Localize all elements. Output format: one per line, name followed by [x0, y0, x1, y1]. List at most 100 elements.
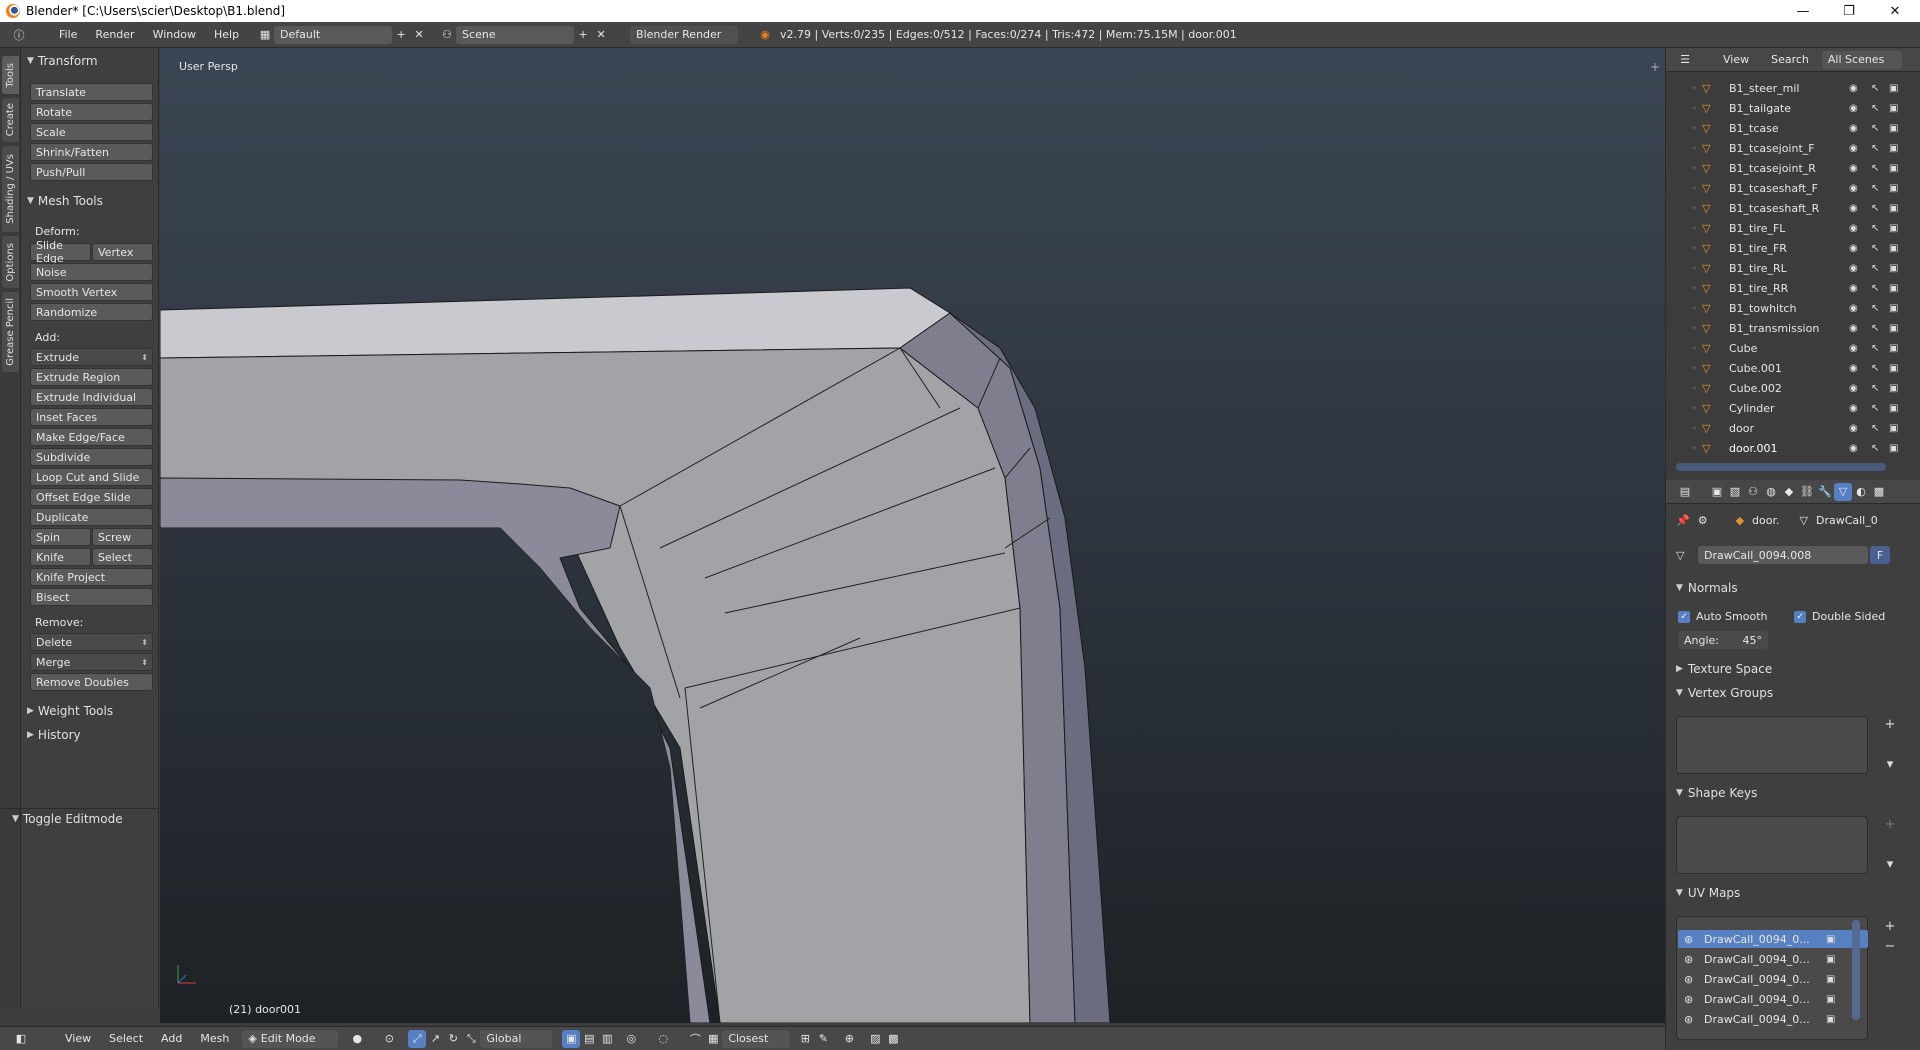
transform-panel-header[interactable]: ▼ Transform: [27, 54, 98, 68]
outliner-item[interactable]: ◦ ▽ Cube.002 ◉ ↖ ▣: [1666, 378, 1920, 398]
visibility-eye-icon[interactable]: ◉: [1849, 263, 1858, 274]
visibility-eye-icon[interactable]: ◉: [1849, 383, 1858, 394]
menu-render[interactable]: Render: [86, 28, 143, 41]
opengl-render-icon[interactable]: ⊕: [840, 1030, 858, 1048]
expand-dot-icon[interactable]: ◦: [1692, 324, 1697, 333]
uv-map-item[interactable]: ⊛ DrawCall_0094_0... ▣: [1678, 1010, 1868, 1028]
minimize-button[interactable]: —: [1780, 0, 1826, 22]
selectable-cursor-icon[interactable]: ↖: [1871, 263, 1879, 274]
texture-context-icon[interactable]: ▩: [1870, 483, 1888, 501]
close-button[interactable]: ✕: [1872, 0, 1918, 22]
randomize-button[interactable]: Randomize: [30, 303, 153, 321]
expand-dot-icon[interactable]: ◦: [1692, 344, 1697, 353]
material-context-icon[interactable]: ◐: [1852, 483, 1870, 501]
knife-button[interactable]: Knife: [30, 548, 91, 566]
selectable-cursor-icon[interactable]: ↖: [1871, 103, 1879, 114]
add-uv-map-icon[interactable]: +: [1882, 918, 1898, 934]
maximize-button[interactable]: ❐: [1826, 0, 1872, 22]
outliner-horizontal-scrollbar[interactable]: [1676, 463, 1886, 471]
tab-create[interactable]: Create: [2, 98, 19, 142]
outliner-item[interactable]: ◦ ▽ door ◉ ↖ ▣: [1666, 418, 1920, 438]
render-engine-select[interactable]: Blender Render: [630, 25, 739, 44]
renderable-camera-icon[interactable]: ▣: [1889, 383, 1898, 394]
smooth-vertex-button[interactable]: Smooth Vertex: [30, 283, 153, 301]
visibility-eye-icon[interactable]: ◉: [1849, 363, 1858, 374]
object-context-icon[interactable]: ◆: [1780, 483, 1798, 501]
uv-map-item[interactable]: ⊛ DrawCall_0094_0... ▣: [1678, 950, 1868, 968]
add-scene-icon[interactable]: +: [574, 26, 592, 44]
auto-smooth-checkbox[interactable]: ✓: [1678, 611, 1690, 623]
loop-cut-button[interactable]: Loop Cut and Slide: [30, 468, 153, 486]
subdivide-button[interactable]: Subdivide: [30, 448, 153, 466]
slide-vertex-button[interactable]: Vertex: [92, 243, 153, 261]
visibility-eye-icon[interactable]: ◉: [1849, 243, 1858, 254]
selectable-cursor-icon[interactable]: ↖: [1871, 243, 1879, 254]
visibility-eye-icon[interactable]: ◉: [1849, 83, 1858, 94]
uv-map-item[interactable]: ⊛ DrawCall_0094_0... ▣: [1678, 930, 1868, 948]
noise-button[interactable]: Noise: [30, 263, 153, 281]
inset-faces-button[interactable]: Inset Faces: [30, 408, 153, 426]
vertex-groups-panel-header[interactable]: ▼ Vertex Groups: [1676, 686, 1773, 700]
renderable-camera-icon[interactable]: ▣: [1889, 143, 1898, 154]
visibility-eye-icon[interactable]: ◉: [1849, 443, 1858, 454]
selectable-cursor-icon[interactable]: ↖: [1871, 323, 1879, 334]
outliner-item[interactable]: ◦ ▽ B1_towhitch ◉ ↖ ▣: [1666, 298, 1920, 318]
expand-dot-icon[interactable]: ◦: [1692, 164, 1697, 173]
snap-align-icon[interactable]: ⊞: [796, 1030, 814, 1048]
toggle-editmode-panel-header[interactable]: ▼ Toggle Editmode: [12, 812, 123, 826]
uv-map-item[interactable]: ⊛ DrawCall_0094_0... ▣: [1678, 970, 1868, 988]
duplicate-button[interactable]: Duplicate: [30, 508, 153, 526]
slide-edge-button[interactable]: Slide Edge: [30, 239, 91, 265]
editor-type-icon[interactable]: ◧: [12, 1030, 30, 1048]
renderable-camera-icon[interactable]: ▣: [1889, 423, 1898, 434]
visibility-eye-icon[interactable]: ◉: [1849, 163, 1858, 174]
tab-shading-uvs[interactable]: Shading / UVs: [2, 146, 19, 232]
outliner-display-mode-select[interactable]: All Scenes: [1821, 50, 1902, 69]
selectable-cursor-icon[interactable]: ↖: [1871, 283, 1879, 294]
outliner-search-menu[interactable]: Search: [1762, 53, 1818, 66]
expand-dot-icon[interactable]: ◦: [1692, 424, 1697, 433]
expand-dot-icon[interactable]: ◦: [1692, 184, 1697, 193]
edge-select-icon[interactable]: ▤: [580, 1030, 598, 1048]
weight-tools-panel-header[interactable]: ▶ Weight Tools: [27, 704, 113, 718]
spin-button[interactable]: Spin: [30, 528, 91, 546]
visibility-eye-icon[interactable]: ◉: [1849, 103, 1858, 114]
shape-keys-list[interactable]: [1676, 816, 1868, 874]
remove-uv-map-icon[interactable]: −: [1882, 938, 1898, 954]
mesh-browse-icon[interactable]: ▽: [1676, 546, 1696, 564]
vertex-select-icon[interactable]: ▣: [562, 1029, 581, 1048]
outliner-item[interactable]: ◦ ▽ B1_tcasejoint_R ◉ ↖ ▣: [1666, 158, 1920, 178]
add-shape-key-icon[interactable]: +: [1882, 816, 1898, 832]
toggle-properties-icon[interactable]: +: [1650, 60, 1660, 74]
selectable-cursor-icon[interactable]: ↖: [1871, 183, 1879, 194]
visibility-eye-icon[interactable]: ◉: [1849, 203, 1858, 214]
expand-dot-icon[interactable]: ◦: [1692, 104, 1697, 113]
merge-button[interactable]: Merge ⬍: [30, 653, 153, 671]
menu-help[interactable]: Help: [205, 28, 248, 41]
renderable-camera-icon[interactable]: ▣: [1889, 163, 1898, 174]
scene-icon[interactable]: ⚇: [438, 26, 456, 44]
selectable-cursor-icon[interactable]: ↖: [1871, 143, 1879, 154]
fake-user-button[interactable]: F: [1870, 546, 1890, 564]
expand-dot-icon[interactable]: ◦: [1692, 84, 1697, 93]
proportional-editing-icon[interactable]: ◌: [654, 1030, 672, 1048]
transform-orientation-select[interactable]: Global: [480, 1029, 553, 1048]
renderable-camera-icon[interactable]: ▣: [1889, 203, 1898, 214]
renderable-camera-icon[interactable]: ▣: [1889, 183, 1898, 194]
expand-dot-icon[interactable]: ◦: [1692, 204, 1697, 213]
renderable-camera-icon[interactable]: ▣: [1889, 243, 1898, 254]
scale-button[interactable]: Scale: [30, 123, 153, 141]
extrude-region-button[interactable]: Extrude Region: [30, 368, 153, 386]
history-panel-header[interactable]: ▶ History: [27, 728, 81, 742]
expand-dot-icon[interactable]: ◦: [1692, 144, 1697, 153]
selectable-cursor-icon[interactable]: ↖: [1871, 83, 1879, 94]
3d-viewport[interactable]: User Persp (21) door001 +: [160, 48, 1665, 1023]
expand-dot-icon[interactable]: ◦: [1692, 124, 1697, 133]
outliner-editor-icon[interactable]: ☰: [1676, 51, 1694, 69]
visibility-eye-icon[interactable]: ◉: [1849, 423, 1858, 434]
render-animation-icon[interactable]: ▩: [884, 1030, 902, 1048]
selectable-cursor-icon[interactable]: ↖: [1871, 383, 1879, 394]
info-editor-icon[interactable]: ⓘ: [10, 26, 28, 44]
rotate-button[interactable]: Rotate: [30, 103, 153, 121]
expand-dot-icon[interactable]: ◦: [1692, 304, 1697, 313]
